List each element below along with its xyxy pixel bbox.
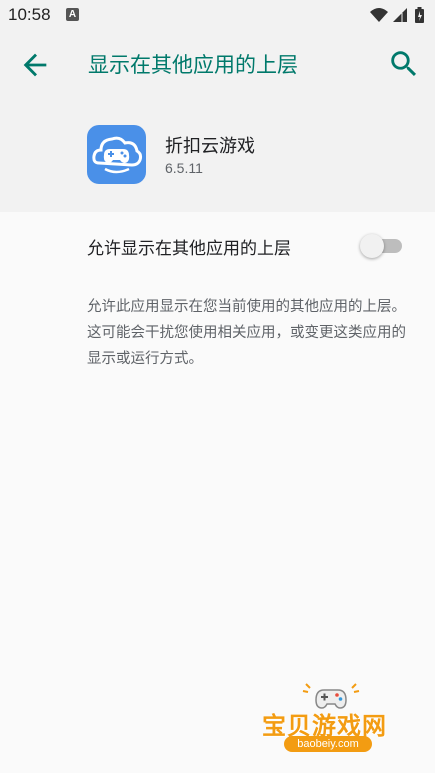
notification-badge: A <box>66 8 79 21</box>
cloud-gamepad-icon <box>92 136 143 174</box>
back-button[interactable] <box>18 48 52 82</box>
watermark-logo: 宝贝游戏网 baobeiy.com <box>258 682 408 764</box>
app-icon <box>87 125 146 184</box>
app-version: 6.5.11 <box>165 160 203 176</box>
status-bar: 10:58 A <box>0 0 435 30</box>
battery-icon <box>415 7 424 23</box>
status-time: 10:58 <box>8 5 51 24</box>
search-icon <box>391 51 417 77</box>
toggle-thumb <box>360 234 384 258</box>
search-button[interactable] <box>387 47 421 81</box>
permission-toggle[interactable] <box>360 234 406 258</box>
status-icons <box>370 7 424 23</box>
arrow-back-icon <box>23 53 47 77</box>
overlay-permission-setting[interactable]: 允许显示在其他应用的上层 <box>0 212 435 278</box>
page-title: 显示在其他应用的上层 <box>88 53 298 77</box>
app-header: 折扣云游戏 6.5.11 <box>0 110 435 212</box>
app-bar: 显示在其他应用的上层 <box>0 30 435 110</box>
setting-label: 允许显示在其他应用的上层 <box>87 239 291 259</box>
permission-description: 允许此应用显示在您当前使用的其他应用的上层。这可能会干扰您使用相关应用，或变更这… <box>87 299 406 367</box>
wifi-icon <box>370 8 388 22</box>
signal-icon <box>393 8 407 22</box>
app-name: 折扣云游戏 <box>165 136 255 157</box>
watermark-url: baobeiy.com <box>284 736 372 752</box>
